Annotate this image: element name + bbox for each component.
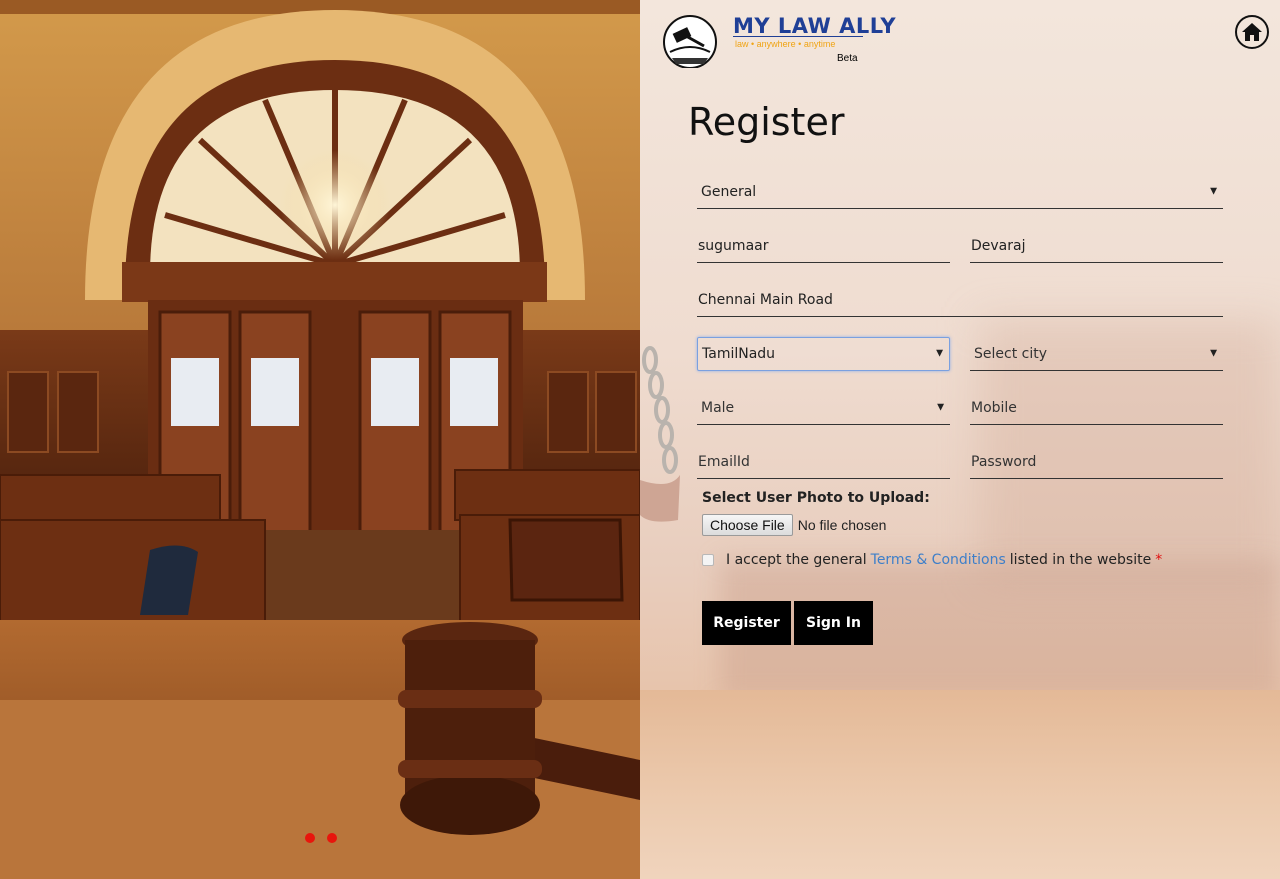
photo-upload: Choose File No file chosen [702, 514, 886, 536]
home-icon [1242, 23, 1262, 41]
first-name-input[interactable]: sugumaar [697, 229, 950, 263]
city-select[interactable]: Select city ▼ [970, 337, 1223, 371]
page-title: Register [688, 100, 845, 144]
gavel-seal-icon [663, 15, 717, 68]
brand-name: MY LAW ALLY [733, 14, 897, 38]
terms-row: I accept the general Terms & Conditions … [702, 552, 1162, 568]
category-select[interactable]: General ▼ [697, 175, 1223, 209]
hero-courtroom-image [0, 0, 640, 879]
last-name-input[interactable]: Devaraj [970, 229, 1223, 263]
terms-text-suffix: listed in the website [1009, 552, 1152, 568]
carousel-dot-2[interactable] [327, 833, 337, 843]
caret-down-icon: ▼ [1210, 348, 1217, 358]
brand-logo[interactable]: MY LAW ALLY law • anywhere • anytime Bet… [660, 12, 896, 68]
carousel-dot-1[interactable] [305, 833, 315, 843]
home-button[interactable] [1235, 15, 1269, 49]
courtroom-illustration [0, 0, 640, 879]
password-input[interactable]: Password [970, 445, 1223, 479]
gender-select[interactable]: Male ▼ [697, 391, 950, 425]
file-status: No file chosen [797, 517, 887, 533]
state-select[interactable]: TamilNadu ▼ [697, 337, 950, 371]
terms-link[interactable]: Terms & Conditions [871, 552, 1006, 568]
beta-badge: Beta [837, 53, 858, 64]
mobile-input[interactable]: Mobile [970, 391, 1223, 425]
choose-file-button[interactable]: Choose File [702, 514, 793, 536]
terms-checkbox[interactable] [702, 554, 714, 566]
register-button[interactable]: Register [702, 601, 791, 645]
email-input[interactable]: EmailId [697, 445, 950, 479]
photo-upload-label: Select User Photo to Upload: [702, 490, 930, 506]
sign-in-button[interactable]: Sign In [794, 601, 873, 645]
scale-chain-decoration [640, 346, 680, 522]
brand-tagline: law • anywhere • anytime [735, 39, 836, 49]
required-marker: * [1155, 552, 1163, 568]
caret-down-icon: ▼ [1210, 186, 1217, 196]
address-input[interactable]: Chennai Main Road [697, 283, 1223, 317]
carousel-indicators [305, 833, 337, 843]
terms-text-prefix: I accept the general [726, 552, 867, 568]
caret-down-icon: ▼ [936, 348, 943, 359]
caret-down-icon: ▼ [937, 402, 944, 412]
